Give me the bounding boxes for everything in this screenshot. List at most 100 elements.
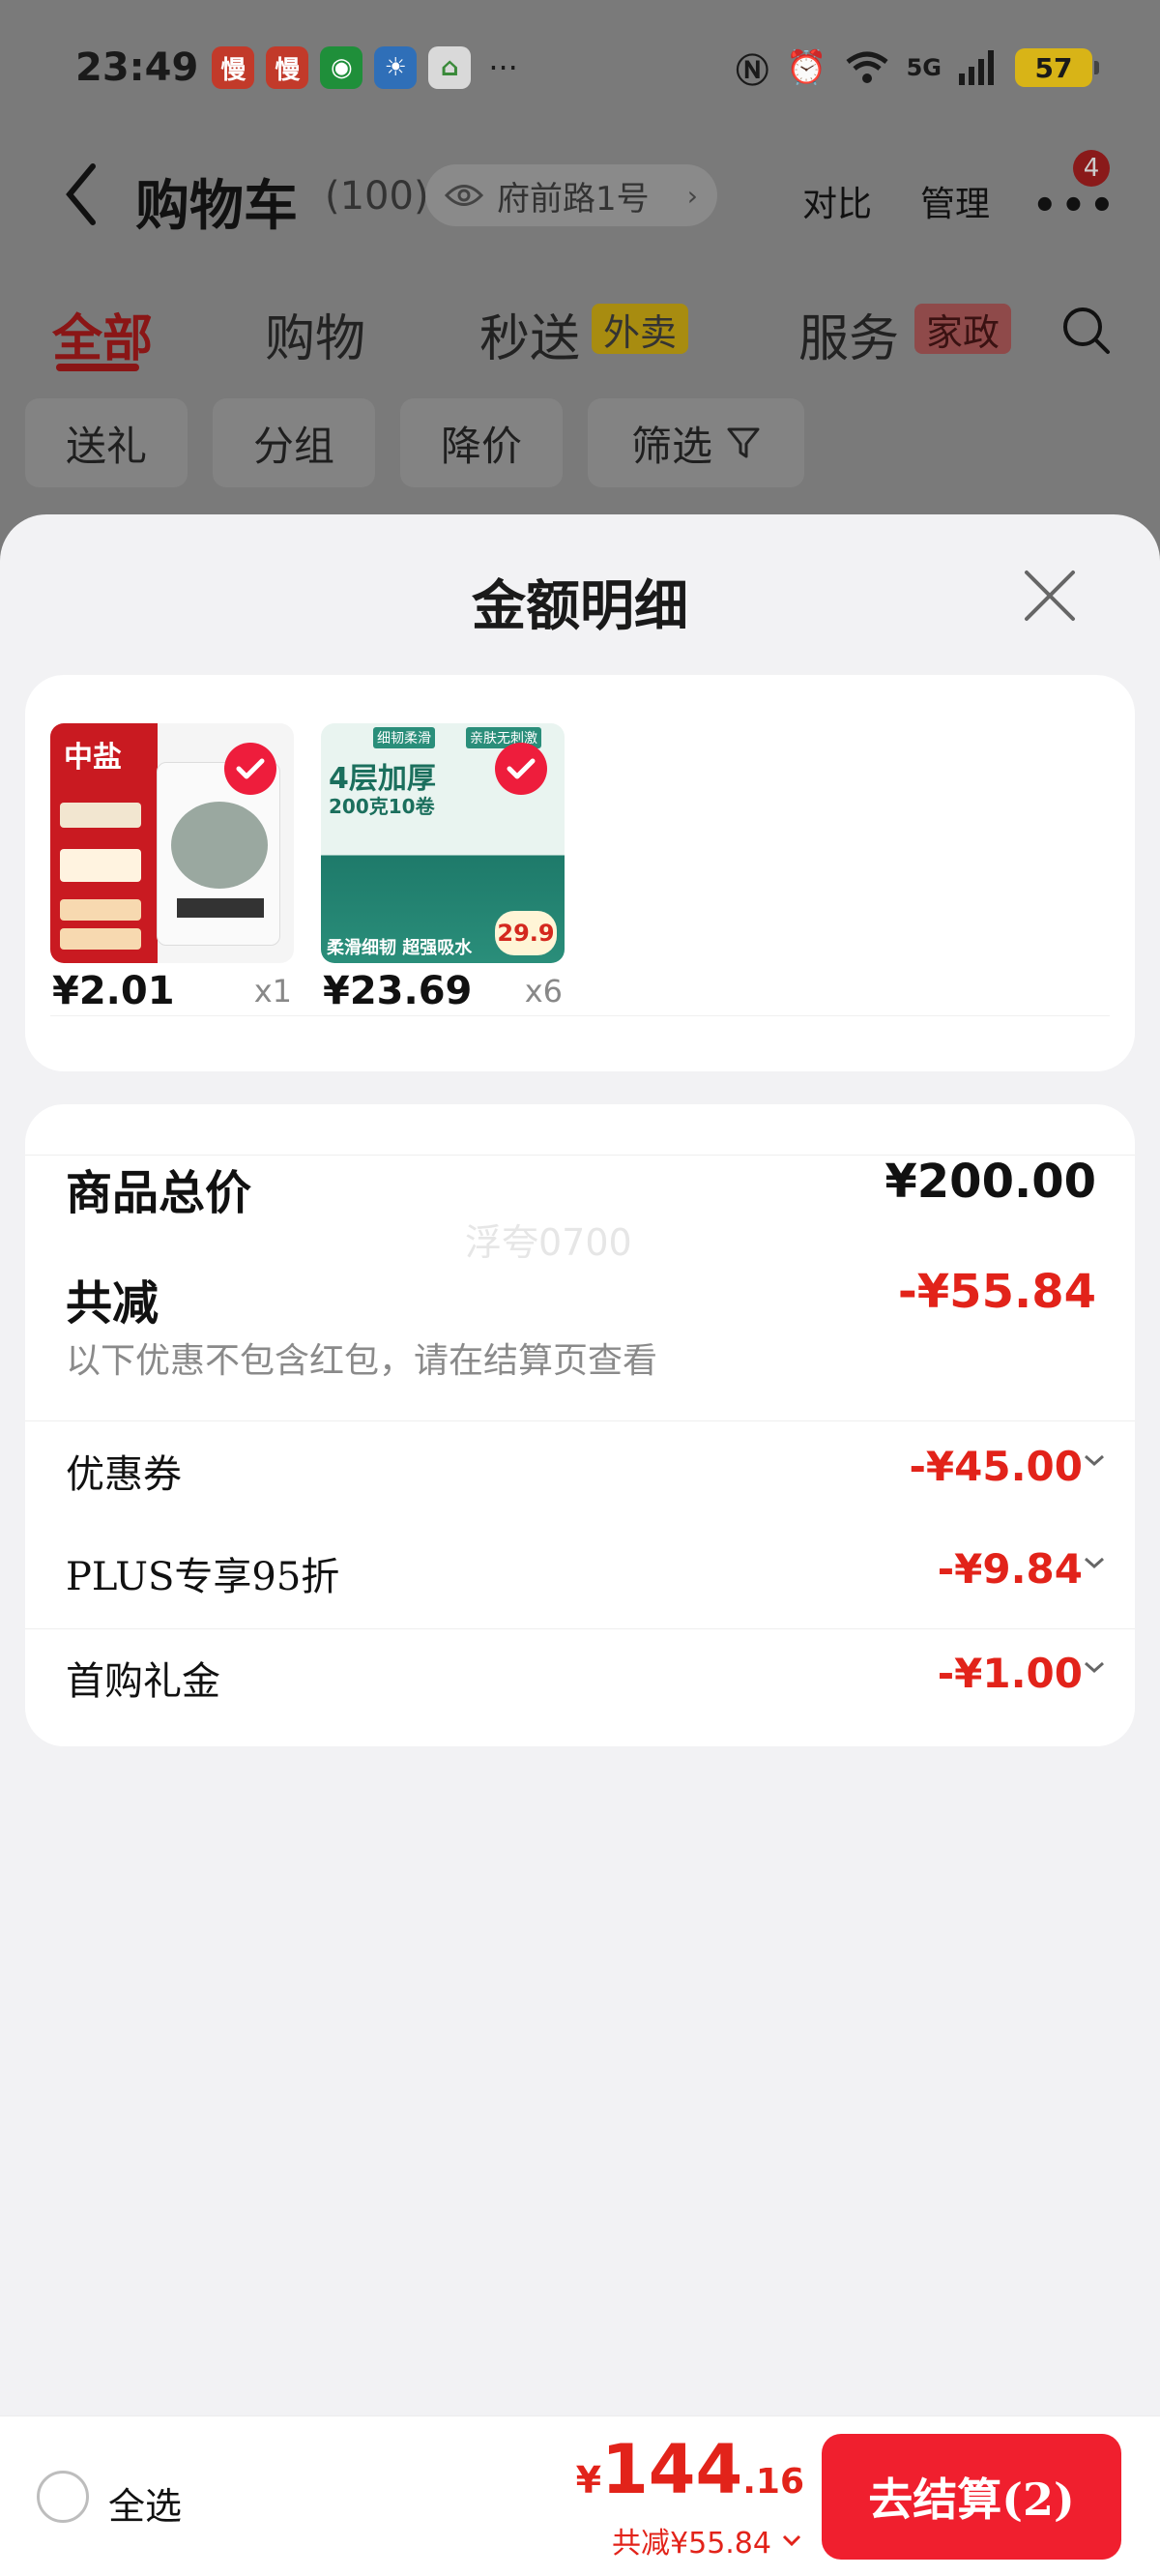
product-label-block (60, 849, 141, 882)
alarm-icon: ⏰ (786, 48, 827, 87)
tab-flash-delivery[interactable]: 秒送 (479, 298, 580, 370)
tab-shopping[interactable]: 购物 (265, 298, 365, 370)
select-all-radio[interactable] (37, 2471, 89, 2523)
back-arrow-icon[interactable] (62, 161, 101, 228)
chip-filter[interactable]: 筛选 (588, 398, 804, 487)
page-title: 购物车 (135, 175, 298, 238)
weather-icon: ☀ (374, 46, 418, 89)
brand-text: 中盐 (64, 741, 122, 775)
tab-service[interactable]: 服务 (798, 298, 899, 370)
chevron-down-icon[interactable] (1083, 1449, 1106, 1472)
product-label-block (60, 928, 141, 950)
product-quantity: x1 (253, 973, 292, 1010)
total-price-row: 商品总价 ¥200.00 (66, 1155, 1096, 1222)
total-price-label: 商品总价 (66, 1166, 252, 1220)
man-app-icon: 慢 (212, 46, 255, 89)
chevron-down-icon[interactable] (1083, 1551, 1106, 1574)
more-menu-icon[interactable]: ••• (1032, 184, 1118, 228)
chip-group-label: 分组 (252, 422, 334, 470)
price-tag-value: 29.9 (497, 920, 555, 947)
nfc-icon: Ⓝ (736, 51, 769, 91)
delivery-location[interactable]: 府前路1号 › (425, 164, 717, 226)
product-tag: 细韧柔滑 (373, 727, 435, 748)
discount-value: -¥45.00 (909, 1443, 1083, 1490)
total-amount: ¥ 144 .16 (576, 2430, 804, 2509)
select-all-label[interactable]: 全选 (108, 2476, 182, 2530)
discount-value: -¥1.00 (937, 1650, 1083, 1697)
chevron-right-icon: › (686, 179, 698, 212)
sheet-title: 金额明细 (472, 575, 688, 638)
status-bar: 23:49 慢 慢 ◉ ☀ ⌂ ··· Ⓝ ⏰ 5G 57 (0, 0, 1160, 135)
product-label-block (60, 899, 141, 921)
filter-chips: 送礼 分组 降价 筛选 (0, 398, 1160, 487)
divider (50, 1015, 1110, 1016)
reduction-summary-text: 共减¥55.84 (612, 2527, 771, 2561)
compare-button[interactable]: 对比 (802, 176, 872, 226)
search-icon[interactable] (1059, 304, 1114, 358)
tab-all[interactable]: 全部 (52, 298, 153, 370)
price-summary-card: 浮夸0700 商品总价 ¥200.00 共减 -¥55.84 以下优惠不包含红包… (25, 1104, 1135, 1746)
manage-button[interactable]: 管理 (920, 176, 990, 226)
product-footer-text: 柔滑细韧 超强吸水 (327, 938, 473, 958)
discount-row-plus[interactable]: PLUS专享95折 -¥9.84 (66, 1545, 1104, 1603)
checkout-button[interactable]: 去结算(2) (822, 2434, 1121, 2560)
product-item[interactable]: 中盐 ¥2.01 x1 (50, 723, 294, 1013)
divider (25, 1628, 1135, 1629)
filter-funnel-icon (727, 427, 760, 458)
product-price: ¥23.69 (323, 969, 473, 1013)
signal-icon (959, 50, 994, 85)
total-reduction-value: -¥55.84 (897, 1265, 1096, 1319)
home-app-icon: ⌂ (428, 46, 472, 89)
chip-gift[interactable]: 送礼 (25, 398, 188, 487)
currency-symbol: ¥ (575, 2459, 602, 2502)
discount-label: 首购礼金 (66, 1659, 220, 1704)
eye-icon (445, 185, 483, 206)
product-thumbnail[interactable]: 中盐 (50, 723, 294, 963)
wifi-icon (846, 51, 888, 83)
selected-check-icon[interactable] (495, 743, 547, 795)
chip-filter-label: 筛选 (630, 422, 712, 470)
product-label-block (60, 803, 141, 828)
chip-group[interactable]: 分组 (213, 398, 375, 487)
amount-detail-sheet: 金额明细 中盐 ¥2.01 x1 4层加厚 200克10卷 细韧柔滑 亲肤无刺激… (0, 514, 1160, 2415)
notification-badge: 4 (1073, 150, 1110, 187)
more-notifications-icon: ··· (488, 49, 518, 86)
product-thumbnail[interactable]: 4层加厚 200克10卷 细韧柔滑 亲肤无刺激 柔滑细韧 超强吸水 29.9 (321, 723, 565, 963)
products-card: 中盐 ¥2.01 x1 4层加厚 200克10卷 细韧柔滑 亲肤无刺激 柔滑细韧… (25, 675, 1135, 1071)
discount-label: 优惠券 (66, 1452, 182, 1497)
takeout-tag: 外卖 (592, 304, 689, 354)
discount-row-first-purchase[interactable]: 首购礼金 -¥1.00 (66, 1650, 1104, 1708)
close-icon[interactable] (1021, 567, 1079, 625)
discount-row-coupon[interactable]: 优惠券 -¥45.00 (66, 1443, 1104, 1501)
location-text: 府前路1号 (497, 179, 650, 219)
total-integer: 144 (601, 2430, 743, 2509)
total-reduction-label: 共减 (66, 1276, 160, 1331)
selected-check-icon[interactable] (224, 743, 276, 795)
chip-price-drop-label: 降价 (440, 422, 522, 470)
product-quantity: x6 (524, 973, 563, 1010)
cart-count: (100) (325, 174, 429, 219)
reduction-note: 以下优惠不包含红包，请在结算页查看 (66, 1341, 658, 1381)
network-type: 5G (906, 54, 942, 81)
chevron-down-icon (782, 2534, 801, 2547)
product-item[interactable]: 4层加厚 200克10卷 细韧柔滑 亲肤无刺激 柔滑细韧 超强吸水 29.9 ¥… (321, 723, 565, 1013)
tab-active-indicator (56, 364, 139, 371)
category-tabs: 全部 购物 秒送 外卖 服务 家政 (0, 290, 1160, 377)
chip-price-drop[interactable]: 降价 (400, 398, 563, 487)
chip-gift-label: 送礼 (65, 422, 147, 470)
product-price: ¥2.01 (52, 969, 175, 1013)
divider (25, 1420, 1135, 1421)
reduction-summary[interactable]: 共减¥55.84 (612, 2519, 802, 2561)
total-price-value: ¥200.00 (884, 1155, 1096, 1209)
price-tag: 29.9 (495, 911, 557, 955)
checkout-button-label: 去结算(2) (868, 2474, 1075, 2526)
total-decimal: .16 (742, 2462, 804, 2502)
total-reduction-row: 共减 -¥55.84 (66, 1265, 1096, 1332)
product-subline: 200克10卷 (329, 795, 435, 818)
discount-value: -¥9.84 (937, 1545, 1083, 1593)
man-app-icon: 慢 (266, 46, 309, 89)
reduction-note-row: 以下优惠不包含红包，请在结算页查看 (66, 1332, 1096, 1383)
chevron-down-icon[interactable] (1083, 1655, 1106, 1679)
housekeeping-tag: 家政 (914, 304, 1012, 354)
wechat-icon: ◉ (320, 46, 363, 89)
